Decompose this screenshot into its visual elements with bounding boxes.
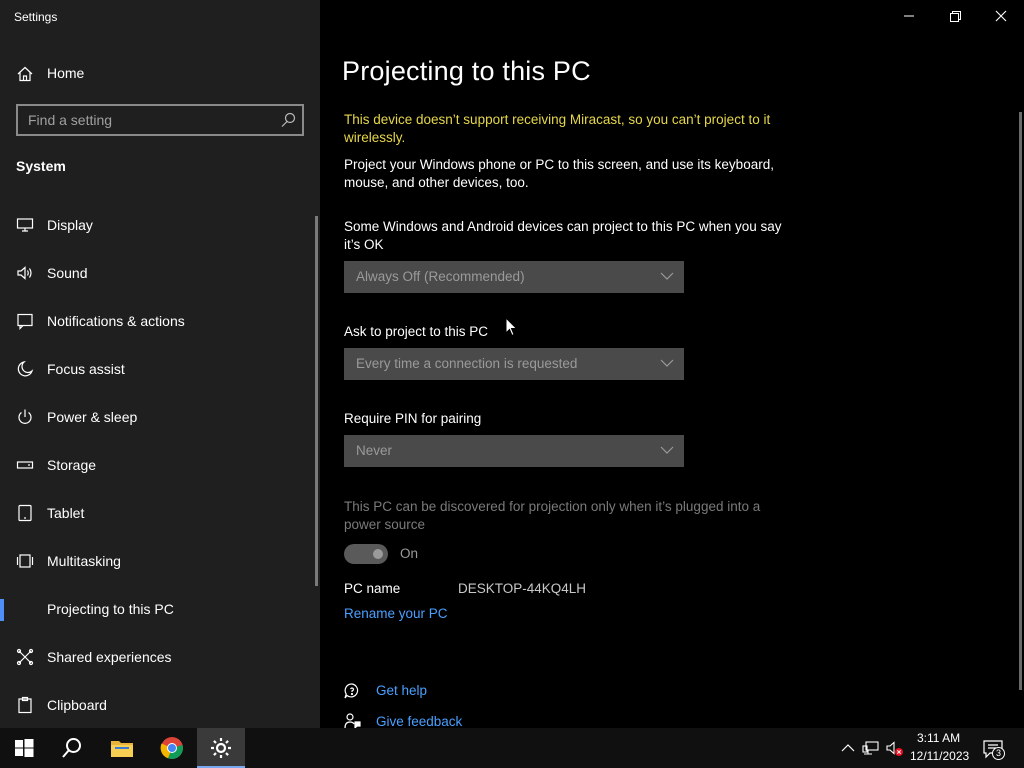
sidebar-item-tablet[interactable]: Tablet <box>0 491 316 535</box>
notification-icon <box>17 313 33 330</box>
search-input[interactable] <box>18 106 268 134</box>
minimize-button[interactable] <box>886 0 932 32</box>
sidebar-item-label: Storage <box>47 457 97 473</box>
chevron-down-icon <box>660 359 674 367</box>
shared-icon <box>16 648 34 666</box>
power-icon <box>18 409 32 424</box>
settings-taskbar-button[interactable] <box>197 728 245 768</box>
sidebar-item-power-sleep[interactable]: Power & sleep <box>0 395 316 439</box>
mouse-cursor-icon <box>505 317 518 337</box>
section-heading: System <box>16 158 66 174</box>
notification-count-badge: 3 <box>992 747 1005 760</box>
ask-dropdown[interactable]: Every time a connection is requested <box>344 348 684 380</box>
search-icon[interactable] <box>280 112 296 128</box>
sidebar-item-label: Shared experiences <box>47 649 172 665</box>
moon-icon <box>17 360 34 377</box>
storage-icon <box>16 461 34 469</box>
chevron-down-icon <box>660 272 674 280</box>
sidebar-item-multitasking[interactable]: Multitasking <box>0 539 316 583</box>
sidebar-item-label: Multitasking <box>47 553 121 569</box>
home-label: Home <box>47 65 85 81</box>
sidebar-item-label: Power & sleep <box>47 409 138 425</box>
chevron-up-icon[interactable] <box>839 739 857 757</box>
chrome-button[interactable] <box>148 728 196 768</box>
main-scrollbar[interactable] <box>1019 112 1022 690</box>
restore-button[interactable] <box>932 0 978 32</box>
sidebar-item-label: Tablet <box>47 505 85 521</box>
availability-label: Some Windows and Android devices can pro… <box>344 219 782 252</box>
settings-icon <box>211 738 231 758</box>
chrome-icon <box>160 737 183 760</box>
tablet-icon <box>18 504 32 522</box>
miracast-warning: This device doesn’t support receiving Mi… <box>344 112 771 145</box>
pin-label: Require PIN for pairing <box>344 411 482 426</box>
sidebar-item-label: Display <box>47 217 93 233</box>
sidebar-item-label: Notifications & actions <box>47 313 185 329</box>
chevron-down-icon <box>660 446 674 454</box>
sidebar-item-label: Projecting to this PC <box>47 601 174 617</box>
taskbar-search-button[interactable] <box>48 728 96 768</box>
active-indicator <box>0 599 4 621</box>
network-icon[interactable] <box>862 739 880 757</box>
start-button[interactable] <box>0 728 48 768</box>
sidebar-item-clipboard[interactable]: Clipboard <box>0 683 316 727</box>
sidebar-item-focus-assist[interactable]: Focus assist <box>0 347 316 391</box>
sidebar-item-label: Sound <box>47 265 88 281</box>
power-source-label: This PC can be discovered for projection… <box>344 499 761 532</box>
intro-text: Project your Windows phone or PC to this… <box>344 157 774 190</box>
search-box[interactable] <box>16 104 304 136</box>
start-icon <box>15 739 34 757</box>
sidebar-item-sound[interactable]: Sound <box>0 251 316 295</box>
get-help-link[interactable]: Get help <box>376 683 427 698</box>
pc-name-value: DESKTOP-44KQ4LH <box>458 581 587 596</box>
dropdown-value: Never <box>356 443 393 458</box>
clock-date[interactable]: 12/11/2023 <box>910 749 969 763</box>
power-source-toggle[interactable] <box>344 544 388 564</box>
restore-icon <box>950 11 961 22</box>
file-explorer-icon <box>111 741 133 757</box>
monitor-icon <box>16 218 34 232</box>
multitasking-icon <box>16 554 34 568</box>
home-nav-item[interactable]: Home <box>0 56 320 90</box>
speaker-icon <box>17 266 32 280</box>
toggle-knob <box>373 549 383 559</box>
sidebar-item-shared-experiences[interactable]: Shared experiences <box>0 635 316 679</box>
toggle-state-label: On <box>400 546 419 561</box>
rename-pc-link[interactable]: Rename your PC <box>344 606 448 621</box>
dropdown-value: Always Off (Recommended) <box>356 269 525 284</box>
home-icon <box>17 66 33 82</box>
sidebar-item-display[interactable]: Display <box>0 203 316 247</box>
sidebar-item-label: Clipboard <box>47 697 107 713</box>
give-feedback-link[interactable]: Give feedback <box>376 714 462 729</box>
sidebar-item-notifications[interactable]: Notifications & actions <box>0 299 316 343</box>
page-title: Projecting to this PC <box>342 56 591 86</box>
close-icon <box>995 10 1007 22</box>
sidebar-item-label: Focus assist <box>47 361 125 377</box>
app-title: Settings <box>14 10 58 24</box>
pin-dropdown[interactable]: Never <box>344 435 684 467</box>
minimize-icon <box>904 15 914 17</box>
ask-label: Ask to project to this PC <box>344 324 489 339</box>
file-explorer-button[interactable] <box>98 728 146 768</box>
clipboard-icon <box>18 696 32 714</box>
search-icon <box>62 738 81 758</box>
action-center-button[interactable]: 3 <box>982 738 1006 760</box>
sidebar-item-projecting[interactable]: Projecting to this PC <box>0 587 316 631</box>
volume-muted-icon[interactable] <box>886 739 904 757</box>
dropdown-value: Every time a connection is requested <box>356 356 578 371</box>
close-button[interactable] <box>978 0 1024 32</box>
availability-dropdown[interactable]: Always Off (Recommended) <box>344 261 684 293</box>
sidebar-scrollbar[interactable] <box>315 216 318 586</box>
help-icon <box>344 683 359 699</box>
pc-name-label: PC name <box>344 581 401 596</box>
clock-time[interactable]: 3:11 AM <box>917 731 960 745</box>
sidebar: Settings Home System Display Sound Notif… <box>0 0 320 728</box>
sidebar-item-storage[interactable]: Storage <box>0 443 316 487</box>
